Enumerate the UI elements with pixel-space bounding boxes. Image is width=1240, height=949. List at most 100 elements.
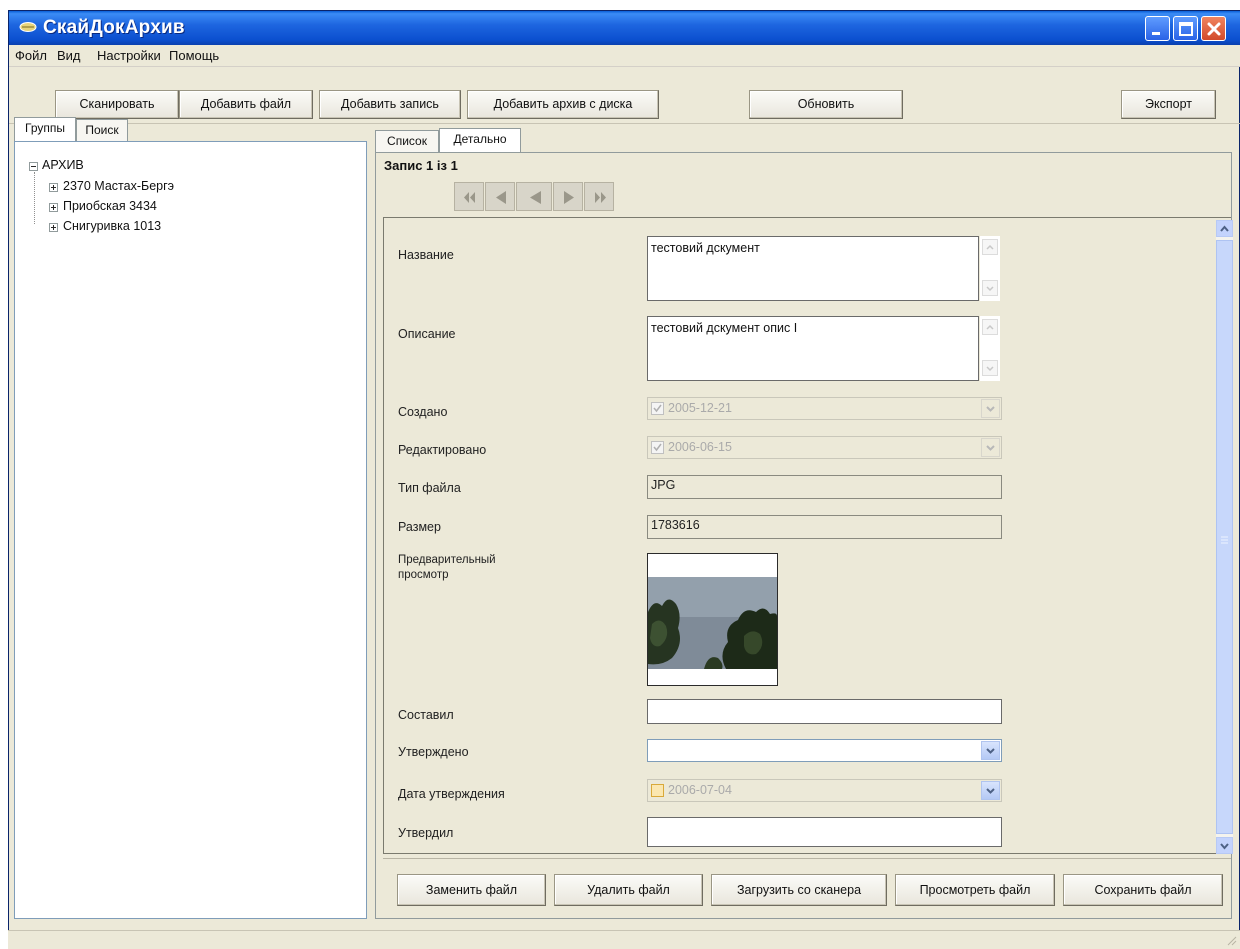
app-logo-icon xyxy=(19,22,37,32)
created-label: Создано xyxy=(398,405,448,419)
file-type-label: Тип файла xyxy=(398,481,461,495)
tab-search[interactable]: Поиск xyxy=(76,119,128,141)
status-bar xyxy=(8,930,1240,949)
chevron-down-icon[interactable] xyxy=(981,399,1000,418)
edited-label: Редактировано xyxy=(398,443,487,457)
title-bar[interactable]: СкайДокАрхив xyxy=(9,11,1240,45)
created-date-value: 2005-12-21 xyxy=(668,401,732,415)
preview-thumbnail xyxy=(648,554,777,685)
expand-icon[interactable] xyxy=(49,223,58,232)
last-icon xyxy=(595,192,606,203)
tab-list[interactable]: Список xyxy=(375,130,439,152)
first-icon xyxy=(464,192,475,203)
chevron-down-icon xyxy=(1220,843,1229,850)
next-icon xyxy=(564,191,574,204)
description-field[interactable]: тестовий дскумент опис І xyxy=(647,316,979,381)
add-record-button[interactable]: Добавить запись xyxy=(319,90,461,119)
approved-label: Утверждено xyxy=(398,745,469,759)
toolbar: Сканировать Добавить файл Добавить запис… xyxy=(9,68,1240,124)
compiled-by-field[interactable] xyxy=(647,699,1002,724)
chevron-up-icon[interactable] xyxy=(982,239,998,255)
refresh-button[interactable]: Обновить xyxy=(749,90,903,119)
approval-date-label: Дата утверждения xyxy=(398,787,505,801)
tab-groups[interactable]: Группы xyxy=(14,117,76,141)
chevron-down-icon[interactable] xyxy=(981,781,1000,800)
menu-settings[interactable]: Настройки xyxy=(97,48,161,63)
checkbox-icon[interactable] xyxy=(651,402,664,415)
tree-item[interactable]: Снигуривка 1013 xyxy=(63,219,161,233)
add-archive-button[interactable]: Добавить архив с диска xyxy=(467,90,659,119)
tab-details[interactable]: Детально xyxy=(439,128,521,152)
previous-icon xyxy=(496,191,506,204)
maximize-button[interactable] xyxy=(1173,16,1198,41)
preview-image-frame[interactable] xyxy=(647,553,778,686)
scan-button[interactable]: Сканировать xyxy=(55,90,179,119)
view-file-button[interactable]: Просмотреть файл xyxy=(895,874,1055,906)
chevron-up-icon xyxy=(1220,225,1229,232)
first-record-button[interactable] xyxy=(454,182,484,211)
maximize-icon xyxy=(1179,22,1193,36)
chevron-down-icon[interactable] xyxy=(981,438,1000,457)
previous-icon xyxy=(530,191,541,204)
last-record-button[interactable] xyxy=(584,182,614,211)
replace-file-button[interactable]: Заменить файл xyxy=(397,874,546,906)
delete-file-button[interactable]: Удалить файл xyxy=(554,874,703,906)
menu-view[interactable]: Вид xyxy=(57,48,81,63)
expand-icon[interactable] xyxy=(49,203,58,212)
form-scrollbar[interactable] xyxy=(1216,220,1233,854)
load-from-scanner-button[interactable]: Загрузить со сканера xyxy=(711,874,887,906)
close-icon xyxy=(1207,22,1221,36)
tree-item[interactable]: Приобская 3434 xyxy=(63,199,157,213)
edited-date-value: 2006-06-15 xyxy=(668,440,732,454)
name-label: Название xyxy=(398,248,454,262)
description-label: Описание xyxy=(398,327,456,341)
file-type-field: JPG xyxy=(647,475,1002,499)
approved-select[interactable] xyxy=(647,739,1002,762)
resize-grip-icon[interactable] xyxy=(1225,934,1237,946)
menu-bar: Фойл Вид Настройки Помощь xyxy=(9,45,1240,67)
approval-date-picker[interactable]: 2006-07-04 xyxy=(647,779,1002,802)
export-button[interactable]: Экспорт xyxy=(1121,90,1216,119)
approved-by-label: Утвердил xyxy=(398,826,454,840)
chevron-up-icon[interactable] xyxy=(982,319,998,335)
name-field[interactable]: тестовий дскумент xyxy=(647,236,979,301)
description-field-scrollbar[interactable] xyxy=(980,316,1000,381)
chevron-down-icon[interactable] xyxy=(982,280,998,296)
collapse-icon[interactable] xyxy=(29,162,38,171)
scroll-thumb[interactable] xyxy=(1216,240,1233,834)
minimize-icon xyxy=(1152,32,1160,35)
scroll-down-button[interactable] xyxy=(1216,837,1233,854)
previous-record-button[interactable] xyxy=(485,182,515,211)
chevron-down-icon[interactable] xyxy=(982,360,998,376)
previous-record-button-2[interactable] xyxy=(516,182,552,211)
preview-label-line2: просмотр xyxy=(398,569,449,581)
close-button[interactable] xyxy=(1201,16,1226,41)
approval-date-value: 2006-07-04 xyxy=(668,783,732,797)
size-field: 1783616 xyxy=(647,515,1002,539)
next-record-button[interactable] xyxy=(553,182,583,211)
tree-root[interactable]: АРХИВ xyxy=(42,158,84,172)
expand-icon[interactable] xyxy=(49,183,58,192)
checkbox-icon[interactable] xyxy=(651,441,664,454)
scroll-up-button[interactable] xyxy=(1216,220,1233,237)
chevron-down-icon[interactable] xyxy=(981,741,1000,760)
menu-help[interactable]: Помощь xyxy=(169,48,219,63)
created-date-picker[interactable]: 2005-12-21 xyxy=(647,397,1002,420)
tree-item[interactable]: 2370 Мастах-Бергэ xyxy=(63,179,174,193)
menu-file[interactable]: Фойл xyxy=(15,48,47,63)
compiled-by-label: Составил xyxy=(398,708,454,722)
name-field-scrollbar[interactable] xyxy=(980,236,1000,301)
checkbox-icon[interactable] xyxy=(651,784,664,797)
edited-date-picker[interactable]: 2006-06-15 xyxy=(647,436,1002,459)
archive-tree[interactable]: АРХИВ 2370 Мастах-Бергэ Приобская 3434 С… xyxy=(14,141,367,919)
save-file-button[interactable]: Сохранить файл xyxy=(1063,874,1223,906)
window-title: СкайДокАрхив xyxy=(43,17,185,38)
record-counter: Запис 1 із 1 xyxy=(384,158,458,173)
size-label: Размер xyxy=(398,520,441,534)
preview-label: Предварительный xyxy=(398,554,496,566)
tree-connector xyxy=(34,172,35,224)
approved-by-field[interactable] xyxy=(647,817,1002,847)
add-file-button[interactable]: Добавить файл xyxy=(179,90,313,119)
grip-icon xyxy=(1221,536,1228,544)
minimize-button[interactable] xyxy=(1145,16,1170,41)
